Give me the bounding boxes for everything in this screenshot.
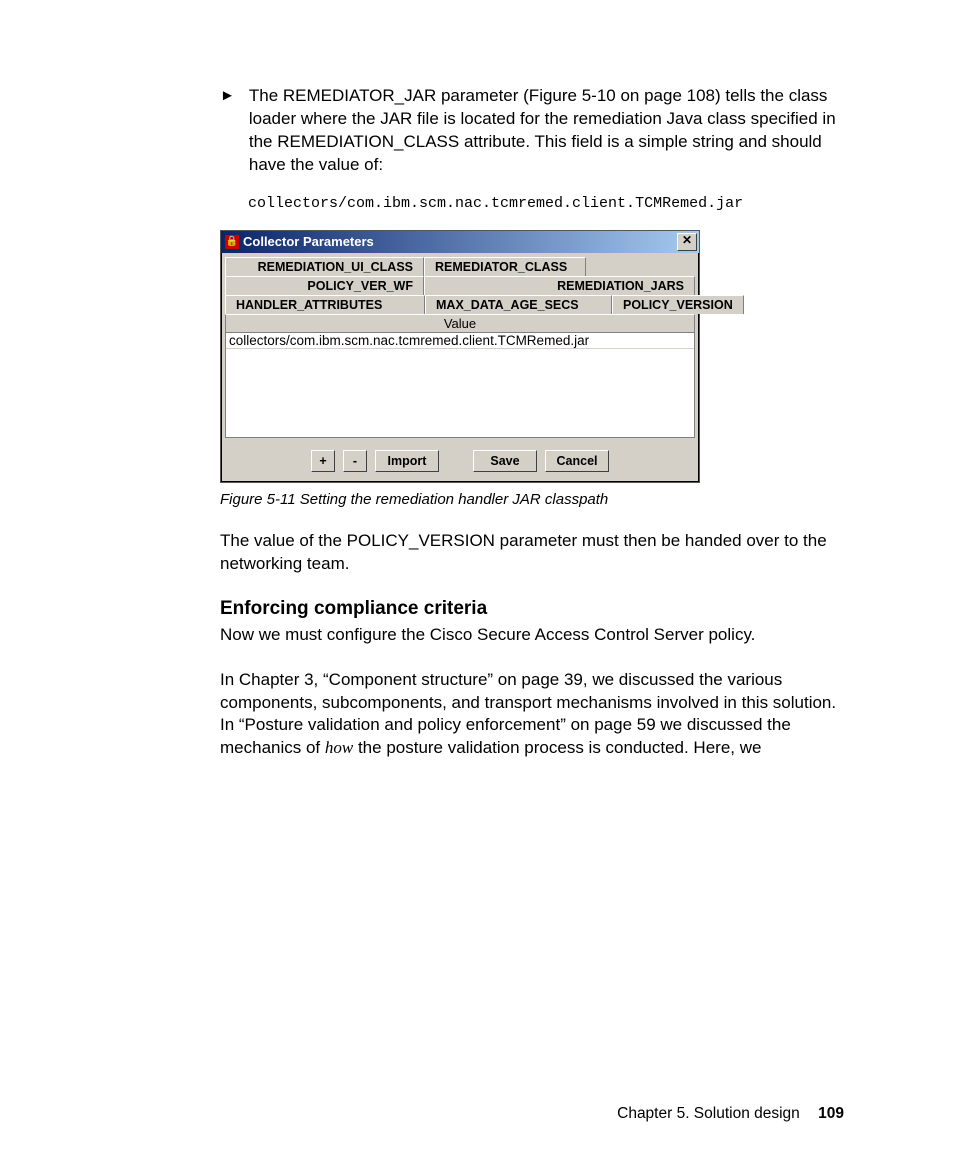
add-button[interactable]: +	[311, 450, 335, 472]
figure-caption: Figure 5-11 Setting the remediation hand…	[220, 491, 844, 508]
tab-handler-attributes[interactable]: HANDLER_ATTRIBUTES	[225, 295, 425, 314]
code-path: collectors/com.ibm.scm.nac.tcmremed.clie…	[248, 195, 844, 212]
value-row[interactable]: collectors/com.ibm.scm.nac.tcmremed.clie…	[226, 333, 694, 349]
value-panel: Value collectors/com.ibm.scm.nac.tcmreme…	[225, 314, 695, 438]
tab-remediation-ui-class[interactable]: REMEDIATION_UI_CLASS	[225, 257, 424, 276]
heading-enforcing-compliance: Enforcing compliance criteria	[220, 598, 844, 620]
para3-part-b: the posture validation process is conduc…	[353, 738, 761, 757]
paragraph-policy-version: The value of the POLICY_VERSION paramete…	[220, 530, 844, 576]
footer-page-number: 109	[818, 1105, 844, 1122]
tab-max-data-age-secs[interactable]: MAX_DATA_AGE_SECS	[425, 295, 612, 314]
paragraph-configure-acs: Now we must configure the Cisco Secure A…	[220, 624, 844, 647]
footer-chapter: Chapter 5. Solution design	[617, 1105, 800, 1122]
dialog-title: Collector Parameters	[243, 234, 374, 249]
remove-button[interactable]: -	[343, 450, 367, 472]
value-column-header: Value	[226, 315, 694, 333]
paragraph-chapter3: In Chapter 3, “Component structure” on p…	[220, 669, 844, 761]
lock-icon: 🔒	[225, 235, 239, 249]
tab-remediator-class[interactable]: REMEDIATOR_CLASS	[424, 257, 586, 276]
close-button[interactable]: ✕	[677, 233, 697, 251]
bullet-text: The REMEDIATOR_JAR parameter (Figure 5-1…	[249, 85, 844, 177]
tab-policy-ver-wf[interactable]: POLICY_VER_WF	[225, 276, 424, 295]
figure-dialog: 🔒 Collector Parameters ✕ REMEDIATION_UI_…	[220, 230, 844, 483]
tabs-area: REMEDIATION_UI_CLASS REMEDIATOR_CLASS PO…	[221, 253, 699, 314]
collector-parameters-dialog: 🔒 Collector Parameters ✕ REMEDIATION_UI_…	[220, 230, 700, 483]
close-icon: ✕	[682, 233, 692, 247]
dialog-button-row: + - Import Save Cancel	[221, 442, 699, 482]
bullet-paragraph: ► The REMEDIATOR_JAR parameter (Figure 5…	[220, 85, 844, 177]
save-button[interactable]: Save	[473, 450, 537, 472]
dialog-titlebar: 🔒 Collector Parameters ✕	[221, 231, 699, 253]
cancel-button[interactable]: Cancel	[545, 450, 609, 472]
tab-remediation-jars[interactable]: REMEDIATION_JARS	[424, 276, 695, 295]
para3-how: how	[325, 738, 353, 757]
tab-policy-version[interactable]: POLICY_VERSION	[612, 295, 744, 314]
bullet-marker-icon: ►	[220, 85, 235, 177]
page-footer: Chapter 5. Solution design 109	[617, 1105, 844, 1123]
import-button[interactable]: Import	[375, 450, 439, 472]
